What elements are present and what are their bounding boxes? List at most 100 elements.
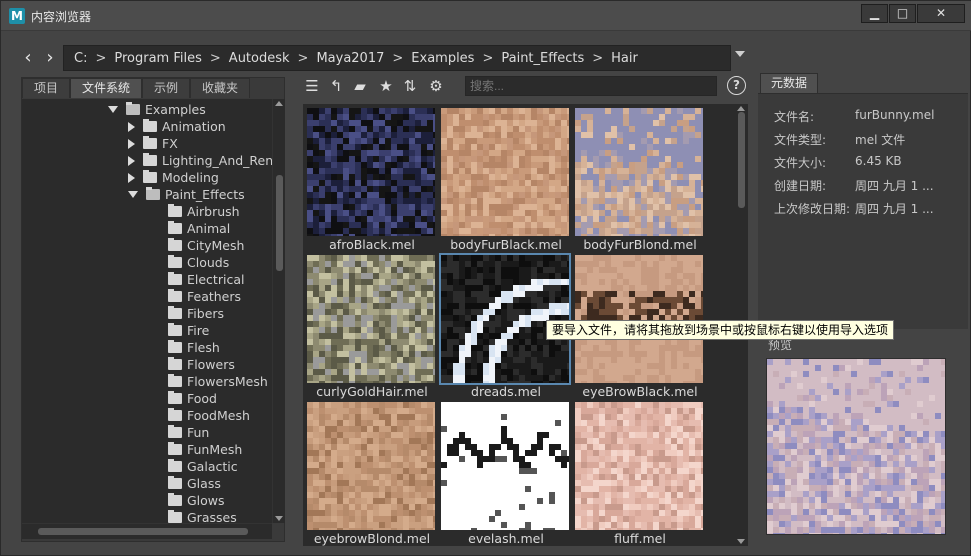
help-icon[interactable]: ? (727, 76, 746, 95)
tree-horizontal-scrollbar[interactable] (22, 523, 272, 539)
tree-item[interactable]: Flesh (168, 339, 220, 356)
file-thumbnail[interactable]: eyebrowBlond.mel (303, 398, 435, 546)
file-thumbnail-image[interactable] (307, 108, 435, 236)
tree-item[interactable]: Animal (168, 220, 230, 237)
tree-item[interactable]: Clouds (168, 254, 229, 271)
scroll-up-arrow-icon[interactable] (737, 106, 745, 111)
folder-tree[interactable]: Examples Animation FX Lighting_And_Rend Mode… (22, 99, 272, 523)
minimize-button[interactable]: ▁ (861, 4, 888, 23)
search-input[interactable] (465, 76, 717, 96)
sort-icon[interactable]: ⇅ (401, 77, 419, 95)
preview-texture-image (767, 359, 945, 534)
file-thumbnail[interactable]: bodyFurBlond.mel (571, 104, 703, 252)
favorite-star-icon[interactable]: ★ (377, 77, 395, 95)
breadcrumb-segment[interactable]: Paint_Effects (501, 51, 584, 66)
tree-item[interactable]: Airbrush (168, 203, 240, 220)
file-thumbnail-image[interactable] (307, 255, 435, 383)
tree-item[interactable]: FlowersMesh (168, 373, 268, 390)
file-name-label: evelash.mel (468, 531, 544, 546)
file-thumbnail-image[interactable] (575, 402, 703, 530)
scroll-thumb[interactable] (276, 175, 283, 271)
scroll-up-arrow-icon[interactable] (275, 101, 283, 106)
breadcrumb-segment[interactable]: Program Files (114, 51, 202, 66)
collapsed-arrow-icon[interactable] (128, 121, 135, 132)
metadata-row: 文件大小: 6.45 KB (774, 154, 902, 170)
parent-folder-icon[interactable]: ↰ (327, 77, 345, 95)
breadcrumb-separator: > (482, 50, 494, 66)
tree-item[interactable]: Galactic (168, 458, 238, 475)
tree-item[interactable]: Paint_Effects (128, 186, 245, 203)
file-name-label: afroBlack.mel (329, 237, 415, 252)
breadcrumb[interactable]: C: > Program Files > Autodesk > Maya2017 > Examp… (63, 45, 731, 71)
tree-item[interactable]: Feathers (168, 288, 241, 305)
folder-icon (168, 340, 182, 353)
tree-item[interactable]: Electrical (168, 271, 244, 288)
new-folder-icon[interactable]: ▰ (351, 77, 369, 95)
collapsed-arrow-icon[interactable] (128, 172, 135, 183)
file-thumbnail[interactable]: fluff.mel (571, 398, 703, 546)
list-view-icon[interactable]: ☰ (303, 77, 321, 95)
title-bar[interactable]: M 内容浏览器 ▁ □ ✕ (1, 1, 971, 31)
breadcrumb-segment[interactable]: C: (74, 51, 87, 66)
tree-item[interactable]: Flowers (168, 356, 235, 373)
tab-2[interactable]: 示例 (142, 78, 191, 98)
tree-item[interactable]: FunMesh (168, 441, 242, 458)
maximize-button[interactable]: □ (889, 4, 916, 23)
tree-item-label: FX (162, 136, 178, 151)
expanded-arrow-icon[interactable] (128, 191, 138, 198)
back-arrow-icon[interactable]: ‹ (19, 48, 37, 68)
tree-item[interactable]: Modeling (128, 169, 219, 186)
file-thumbnail-image[interactable] (307, 402, 435, 530)
tab-metadata[interactable]: 元数据 (760, 73, 819, 93)
file-thumbnail[interactable]: curlyGoldHair.mel (303, 251, 435, 399)
tree-item[interactable]: Fire (168, 322, 209, 339)
scroll-down-arrow-icon[interactable] (737, 539, 745, 544)
breadcrumb-segment[interactable]: Autodesk (229, 51, 290, 66)
collapsed-arrow-icon[interactable] (128, 155, 135, 166)
file-thumbnail-image[interactable] (441, 402, 569, 530)
scroll-thumb[interactable] (38, 528, 248, 535)
tree-item[interactable]: Fun (168, 424, 209, 441)
tree-item-label: Animal (187, 221, 231, 236)
close-button[interactable]: ✕ (917, 4, 965, 23)
collapsed-arrow-icon[interactable] (128, 138, 135, 149)
settings-gear-icon[interactable]: ⚙ (427, 77, 445, 95)
file-thumbnail-image[interactable] (575, 255, 703, 383)
path-bar: ‹ › C: > Program Files > Autodesk > Maya2017 > E… (15, 45, 751, 71)
scroll-down-arrow-icon[interactable] (275, 516, 283, 521)
file-thumbnail-image[interactable] (575, 108, 703, 236)
tree-item[interactable]: Animation (128, 118, 226, 135)
breadcrumb-segment[interactable]: Hair (611, 51, 638, 66)
tree-item[interactable]: Examples (108, 101, 206, 118)
tree-item-label: Airbrush (187, 204, 240, 219)
tree-item[interactable]: Food (168, 390, 217, 407)
file-thumbnail[interactable]: afroBlack.mel (303, 104, 435, 252)
info-panel: 元数据 文件名: furBunny.mel 文件类型: mel 文件 文件大小: 6.45… (758, 73, 968, 545)
folder-tree-panel: 项目 文件系统 示例 收藏夹 Examples Animation FX Lighting_… (21, 77, 285, 542)
breadcrumb-segment[interactable]: Examples (411, 51, 474, 66)
forward-arrow-icon[interactable]: › (41, 48, 59, 68)
tree-vertical-scrollbar[interactable] (272, 99, 285, 523)
tree-item[interactable]: Fibers (168, 305, 224, 322)
breadcrumb-segment[interactable]: Maya2017 (316, 51, 384, 66)
file-thumbnail[interactable]: evelash.mel (437, 398, 569, 546)
tree-item[interactable]: Glass (168, 475, 221, 492)
folder-icon (168, 425, 182, 438)
tree-item[interactable]: Glows (168, 492, 225, 509)
tab-3[interactable]: 收藏夹 (190, 78, 251, 98)
file-thumbnail-image[interactable] (439, 253, 571, 385)
tree-item[interactable]: Lighting_And_Rend (128, 152, 272, 169)
path-history-dropdown-icon[interactable] (735, 51, 745, 57)
tree-item[interactable]: Grasses (168, 509, 237, 523)
tree-item[interactable]: FX (128, 135, 178, 152)
tree-item-label: Examples (145, 102, 206, 117)
file-thumbnail[interactable]: bodyFurBlack.mel (437, 104, 569, 252)
tree-item[interactable]: FoodMesh (168, 407, 250, 424)
expanded-arrow-icon[interactable] (108, 106, 118, 113)
metadata-value: 周四 九月 1 ... (855, 202, 934, 216)
scroll-thumb[interactable] (738, 112, 745, 208)
tab-1[interactable]: 文件系统 (70, 78, 143, 98)
tab-0[interactable]: 项目 (22, 78, 71, 98)
tree-item[interactable]: CityMesh (168, 237, 244, 254)
file-thumbnail-image[interactable] (441, 108, 569, 236)
